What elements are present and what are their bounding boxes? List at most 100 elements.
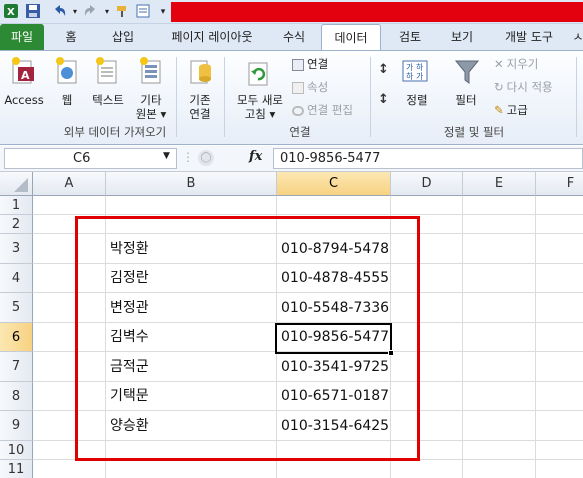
save-icon[interactable] xyxy=(24,3,42,21)
format-painter-icon[interactable] xyxy=(114,3,132,21)
tab-view[interactable]: 보기 xyxy=(442,24,482,50)
existing-connections-label-1: 기존 xyxy=(189,93,211,107)
access-button[interactable]: Access xyxy=(2,93,46,107)
name-box[interactable]: C6 xyxy=(4,148,177,169)
refresh-all-icon xyxy=(246,59,272,89)
svg-text:하: 하 xyxy=(416,62,424,72)
properties-icon xyxy=(292,81,304,94)
advanced-filter-icon: ✎ xyxy=(494,103,504,117)
function-icon[interactable]: fx xyxy=(249,149,262,164)
row-header-10[interactable]: 10 xyxy=(0,441,33,460)
svg-text:가: 가 xyxy=(416,72,424,81)
existing-connections-button[interactable]: 기존 연결 xyxy=(182,93,218,121)
text-button[interactable]: 텍스트 xyxy=(86,93,130,107)
quick-access-toolbar: X ▾ ▾ ▾ xyxy=(0,0,583,24)
row-header-5[interactable]: 5 xyxy=(0,293,33,323)
formula-bar: C6 ▼ ⋮ ◯ fx 010-9856-5477 xyxy=(0,146,583,172)
column-header-f[interactable]: F xyxy=(536,172,583,196)
other-sources-label-1: 기타 xyxy=(140,93,162,107)
highlight-box xyxy=(75,216,420,461)
separator xyxy=(370,57,371,137)
svg-text:X: X xyxy=(7,7,15,18)
sort-za-icon[interactable]: ↕ xyxy=(378,93,389,107)
group-label-connections: 연결 xyxy=(289,125,311,139)
tab-insert[interactable]: 삽입 xyxy=(100,24,146,50)
group-label-get-external: 외부 데이터 가져오기 xyxy=(63,125,167,139)
form-icon[interactable] xyxy=(134,3,152,21)
tab-developer[interactable]: 개발 도구 xyxy=(494,24,564,50)
gridline xyxy=(535,196,536,478)
edit-links-icon xyxy=(292,105,304,116)
advanced-filter-button[interactable]: ✎ 고급 xyxy=(494,103,528,117)
excel-icon: X xyxy=(2,3,20,21)
svg-text:가: 가 xyxy=(406,63,414,72)
tab-formulas[interactable]: 수식 xyxy=(274,24,314,50)
tab-review[interactable]: 검토 xyxy=(390,24,430,50)
clear-filter-button[interactable]: ✕ 지우기 xyxy=(494,57,538,71)
separator xyxy=(576,57,577,137)
text-file-icon xyxy=(94,55,120,85)
clear-filter-label: 지우기 xyxy=(506,57,539,71)
worksheet-grid: A B C D E F 1 2 3 4 5 6 7 8 9 10 11 박정환 … xyxy=(0,172,583,478)
group-label-sort-filter: 정렬 및 필터 xyxy=(443,125,505,139)
refresh-all-button[interactable]: 모두 새로 고침 ▾ xyxy=(230,93,290,121)
row-header-7[interactable]: 7 xyxy=(0,352,33,382)
tab-file[interactable]: 파일 xyxy=(0,24,44,50)
row-header-3[interactable]: 3 xyxy=(0,234,33,264)
cancel-edit-icon[interactable]: ◯ xyxy=(198,150,214,166)
svg-text:하: 하 xyxy=(406,71,414,81)
properties-label: 속성 xyxy=(307,80,329,94)
ribbon-tabs: 파일 홈 삽입 페이지 레이아웃 수식 데이터 검토 보기 개발 도구 ㅅ xyxy=(0,24,583,50)
row-header-8[interactable]: 8 xyxy=(0,382,33,411)
clear-filter-icon: ✕ xyxy=(494,57,504,71)
row-header-6[interactable]: 6 xyxy=(0,323,33,352)
edit-links-button[interactable]: 연결 편집 xyxy=(292,103,353,117)
connections-icon xyxy=(292,58,304,71)
splitter-icon[interactable]: ⋮ xyxy=(182,150,194,168)
customize-qat-icon[interactable]: ▾ xyxy=(154,3,172,21)
column-header-a[interactable]: A xyxy=(33,172,106,196)
tab-page-layout[interactable]: 페이지 레이아웃 xyxy=(158,24,266,50)
existing-connections-icon xyxy=(188,55,214,85)
formula-input[interactable]: 010-9856-5477 xyxy=(273,148,583,169)
sort-icon: 가하하가 xyxy=(402,57,428,87)
filter-button[interactable]: 필터 xyxy=(448,93,484,107)
separator xyxy=(224,57,225,137)
filter-icon xyxy=(454,57,480,87)
column-header-e[interactable]: E xyxy=(463,172,536,196)
row-header-4[interactable]: 4 xyxy=(0,264,33,293)
other-sources-label-2: 원본 ▾ xyxy=(135,107,167,121)
row-header-9[interactable]: 9 xyxy=(0,411,33,441)
ribbon-data: A Access 웹 텍스트 기타 원본 ▾ 기존 연결 외부 데이터 가져오기… xyxy=(0,50,583,145)
edit-links-label: 연결 편집 xyxy=(307,103,353,117)
advanced-filter-label: 고급 xyxy=(506,103,528,117)
row-header-1[interactable]: 1 xyxy=(0,196,33,215)
other-sources-button[interactable]: 기타 원본 ▾ xyxy=(134,93,168,121)
tab-more[interactable]: ㅅ xyxy=(568,24,583,50)
refresh-all-label-2: 고침 ▾ xyxy=(244,107,276,121)
gridline xyxy=(33,214,583,215)
name-box-dropdown-icon[interactable]: ▼ xyxy=(163,151,170,161)
web-button[interactable]: 웹 xyxy=(52,93,82,107)
connections-button[interactable]: 연결 xyxy=(292,57,328,71)
access-icon: A xyxy=(10,55,36,85)
tab-data[interactable]: 데이터 xyxy=(321,24,381,50)
svg-text:A: A xyxy=(21,69,30,82)
column-header-d[interactable]: D xyxy=(391,172,463,196)
existing-connections-label-2: 연결 xyxy=(189,107,211,121)
sort-az-icon[interactable]: ↕ xyxy=(378,63,389,77)
select-all-corner[interactable] xyxy=(0,172,33,196)
reapply-icon: ↻ xyxy=(494,80,504,94)
connections-label: 연결 xyxy=(307,57,329,71)
web-icon xyxy=(54,55,80,85)
sort-button[interactable]: 정렬 xyxy=(400,93,434,107)
column-header-b[interactable]: B xyxy=(106,172,277,196)
tab-home[interactable]: 홈 xyxy=(56,24,86,50)
gridline xyxy=(462,196,463,478)
other-sources-icon xyxy=(138,55,164,85)
row-header-11[interactable]: 11 xyxy=(0,460,33,478)
row-header-2[interactable]: 2 xyxy=(0,215,33,234)
column-header-c[interactable]: C xyxy=(277,172,391,196)
reapply-button[interactable]: ↻ 다시 적용 xyxy=(494,80,553,94)
properties-button[interactable]: 속성 xyxy=(292,80,328,94)
